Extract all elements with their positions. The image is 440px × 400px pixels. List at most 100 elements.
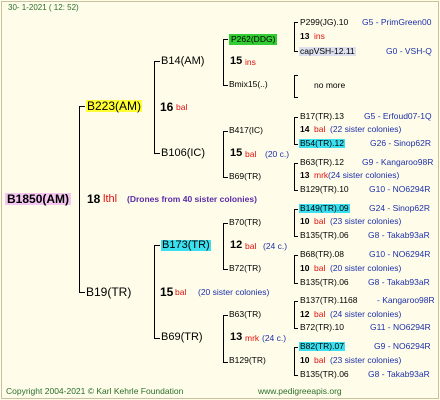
connector — [154, 153, 160, 154]
gen1-num: 16 — [160, 100, 174, 114]
gen3-note: (20 sister colonies) — [330, 263, 402, 273]
gen1-tag: bal — [176, 102, 188, 112]
gen3-num: 14 — [300, 124, 310, 134]
gen3-tag: bal — [314, 216, 326, 226]
gen2-tag: ins — [245, 57, 256, 67]
connector — [294, 209, 295, 236]
gen4-code: G10 - NO6294R — [369, 184, 431, 194]
gen3-note: (24 sister colonies) — [330, 309, 402, 319]
gen2-num: 15 — [230, 147, 243, 159]
queen-b173[interactable]: B173(TR) — [161, 240, 211, 251]
connector — [223, 85, 228, 86]
queen-b106[interactable]: B106(IC) — [161, 148, 205, 159]
gen4-name[interactable]: capVSH-12.11 — [299, 47, 356, 56]
gen4-name[interactable]: B135(TR).06 — [300, 278, 349, 287]
connector — [154, 245, 155, 338]
connector — [223, 269, 228, 270]
gen4-code: G24 - Sinop62R — [369, 203, 430, 213]
connector — [294, 301, 298, 302]
connector — [294, 283, 298, 284]
connector — [223, 131, 228, 132]
gen3-num: 10 — [300, 216, 310, 226]
gen4-name[interactable]: B72(TR).10 — [300, 323, 344, 332]
gen2-num: 13 — [230, 331, 243, 343]
connector — [294, 117, 295, 144]
queen-b19[interactable]: B19(TR) — [86, 286, 131, 298]
copyright: Copyright 2004-2021 © Karl Kehrle Founda… — [6, 386, 184, 396]
gen4-name[interactable]: P299(JG).10 — [300, 18, 348, 27]
gen4-code: G9 - Kangaroo98R — [362, 157, 434, 167]
gen1-num: 15 — [160, 285, 174, 299]
queen-bmix15[interactable]: Bmix15(..) — [229, 80, 268, 89]
gen3-num: 10 — [300, 263, 310, 273]
gen2-num: 15 — [230, 55, 243, 67]
gen3-num: 10 — [300, 355, 310, 365]
queen-p262[interactable]: P262(DDG) — [229, 34, 278, 45]
connector — [294, 328, 298, 329]
root-num: 18 — [87, 192, 101, 206]
gen3-num: 13 — [300, 31, 310, 41]
gen2-tag: mrk — [245, 333, 260, 343]
connector — [223, 223, 224, 269]
date-stamp: 30- 1-2021 ( 12: 52) — [8, 3, 79, 12]
connector — [294, 236, 298, 237]
queen-b70[interactable]: B70(TR) — [229, 218, 261, 227]
connector — [294, 97, 298, 98]
connector — [223, 223, 228, 224]
queen-b223[interactable]: B223(AM) — [86, 100, 143, 112]
gen1-note: (20 sister colonies) — [198, 287, 270, 297]
gen4-code: G11 - NO6294R — [370, 322, 431, 332]
gen3-tag: bal — [314, 355, 326, 365]
connector — [294, 51, 298, 52]
connector — [294, 163, 298, 164]
gen2-num: 12 — [230, 239, 243, 251]
gen4-name[interactable]: B63(TR).12 — [300, 158, 344, 167]
queen-b417[interactable]: B417(IC) — [229, 126, 263, 135]
connector — [154, 245, 160, 246]
root-note: (Drones from 40 sister colonies) — [127, 194, 257, 204]
gen3-note: (23 sister colonies) — [330, 355, 402, 365]
connector — [294, 255, 295, 283]
gen4-code: G8 - Takab93aR — [368, 277, 430, 287]
connector — [294, 190, 298, 191]
gen4-name[interactable]: B149(TR).09 — [299, 204, 350, 213]
gen1-tag: bal — [175, 287, 187, 297]
connector — [223, 39, 224, 85]
gen3-tag: bal — [314, 124, 326, 134]
no-more-text: no more — [314, 80, 346, 90]
connector — [294, 22, 295, 51]
queen-b69[interactable]: B69(TR) — [161, 332, 203, 343]
connector — [294, 163, 295, 190]
gen3-note: (23 sister colonies) — [330, 216, 402, 226]
gen4-name[interactable]: B135(TR).06 — [300, 231, 349, 240]
queen-b69[interactable]: B69(TR) — [229, 172, 261, 181]
connector — [154, 61, 160, 62]
gen4-name[interactable]: B68(TR).08 — [300, 250, 344, 259]
gen4-name[interactable]: B17(TR).13 — [300, 112, 344, 121]
connector — [294, 75, 295, 97]
gen2-note: (24 c.) — [263, 241, 288, 251]
connector — [294, 301, 295, 328]
queen-b63[interactable]: B63(TR) — [229, 310, 261, 319]
gen4-name[interactable]: B129(TR).10 — [300, 185, 349, 194]
connector — [154, 61, 155, 153]
connector — [223, 39, 228, 40]
gen4-name[interactable]: B135(TR).06 — [300, 370, 349, 379]
gen4-name[interactable]: B54(TR).12 — [299, 139, 345, 148]
connector — [79, 292, 85, 293]
connector — [79, 106, 80, 292]
connector — [294, 347, 298, 348]
queen-b72[interactable]: B72(TR) — [229, 264, 261, 273]
connector — [79, 106, 85, 107]
gen4-name[interactable]: B137(TR).1168 — [300, 296, 357, 305]
queen-b129[interactable]: B129(TR) — [229, 356, 266, 365]
connector — [294, 22, 298, 23]
gen4-code: G26 - Sinop62R — [370, 138, 431, 148]
gen4-code: G0 - VSH-Q — [386, 46, 432, 56]
connector — [223, 315, 224, 362]
connector — [223, 177, 228, 178]
root-queen[interactable]: B1850(AM) — [5, 193, 72, 205]
queen-b14[interactable]: B14(AM) — [161, 56, 204, 67]
site-link[interactable]: www.pedigreeapis.org — [258, 387, 342, 396]
gen4-name[interactable]: B82(TR).07 — [299, 342, 345, 351]
